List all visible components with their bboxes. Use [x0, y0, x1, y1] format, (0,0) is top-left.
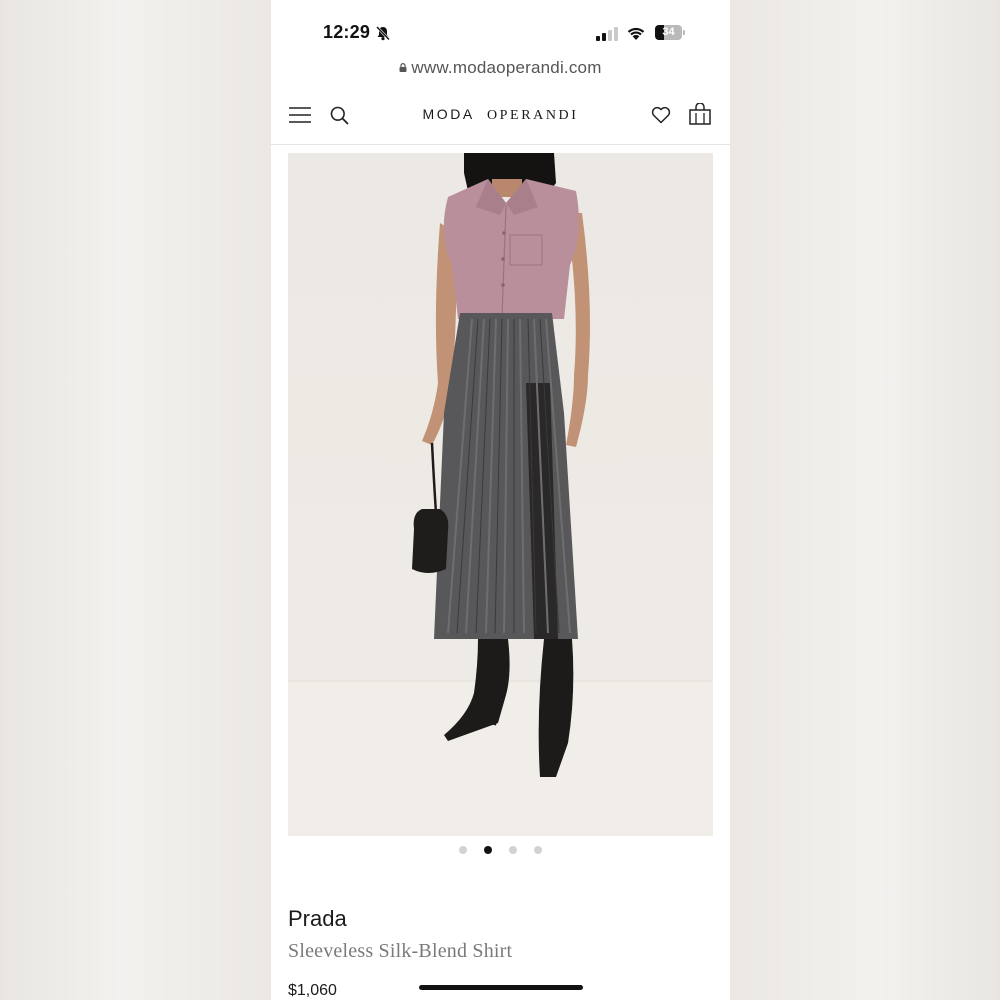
battery-body: 34: [655, 25, 682, 40]
heart-icon[interactable]: [651, 106, 671, 124]
carousel-dot[interactable]: [459, 846, 467, 854]
battery-level: 34: [662, 26, 675, 38]
designer-name[interactable]: Prada: [288, 906, 347, 932]
site-header: MODA OPERANDI: [271, 88, 730, 145]
product-title: Sleeveless Silk-Blend Shirt: [288, 940, 513, 962]
lock-icon: [399, 63, 407, 72]
status-time: 12:29: [323, 22, 371, 42]
product-price: $1,060: [288, 982, 337, 999]
address-bar[interactable]: www.modaoperandi.com: [271, 58, 730, 84]
brand-logo-first: MODA: [422, 106, 475, 122]
wifi-icon: [627, 27, 645, 40]
status-bar: 12:29 34: [271, 0, 730, 60]
product-photo: [288, 153, 713, 836]
handbag: [412, 509, 449, 573]
brand-logo-second: OPERANDI: [486, 108, 579, 123]
carousel-dot[interactable]: [534, 846, 542, 854]
bag-icon[interactable]: [689, 103, 711, 125]
bell-off-icon: [376, 26, 390, 41]
product-image[interactable]: [288, 153, 713, 836]
carousel-dot[interactable]: [484, 846, 492, 854]
phone-screen: 12:29 34 www.modaoperandi.com MODA OPERA…: [271, 0, 730, 1000]
battery-icon: 34: [655, 25, 685, 40]
carousel-dot[interactable]: [509, 846, 517, 854]
battery-cap: [683, 30, 685, 35]
carousel-dots[interactable]: [271, 846, 730, 856]
home-indicator[interactable]: [419, 985, 583, 990]
url-text: www.modaoperandi.com: [411, 58, 602, 77]
cell-signal-icon: [596, 27, 618, 41]
